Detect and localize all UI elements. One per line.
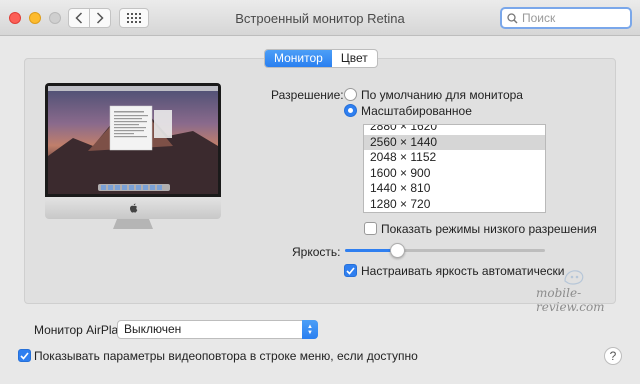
airplay-select[interactable]: Выключен ▲ ▼ — [117, 320, 318, 339]
imac-illustration — [45, 83, 221, 229]
resolution-scaled-radio[interactable] — [344, 104, 357, 117]
imac-stand — [113, 219, 153, 229]
resolution-label: Разрешение: — [271, 88, 344, 102]
zoom-window-button[interactable] — [49, 12, 61, 24]
title-bar: Встроенный монитор Retina — [0, 0, 640, 36]
tab-display[interactable]: Монитор — [265, 50, 332, 67]
chevron-left-icon — [75, 12, 83, 24]
low-resolution-label[interactable]: Показать режимы низкого разрешения — [381, 222, 597, 236]
watermark-text: mobile-review.com — [536, 286, 605, 314]
resolution-option[interactable]: 2880 × 1620 — [364, 125, 545, 135]
checkmark-icon — [346, 266, 355, 275]
window-title: Встроенный монитор Retina — [235, 11, 405, 26]
resolution-list[interactable]: 2880 × 1620 2560 × 1440 2048 × 1152 1600… — [363, 124, 546, 213]
brightness-slider-track[interactable] — [345, 249, 545, 252]
close-window-button[interactable] — [9, 12, 21, 24]
mountain-wallpaper-image — [48, 86, 218, 194]
search-field[interactable] — [500, 7, 632, 29]
airplay-select-value: Выключен — [124, 322, 182, 336]
display-preferences-window: Встроенный монитор Retina Монитор Цвет — [0, 0, 640, 384]
resolution-option-selected[interactable]: 2560 × 1440 — [364, 134, 545, 151]
checkmark-icon — [20, 351, 29, 360]
help-button[interactable]: ? — [604, 347, 622, 365]
watermark-logo-icon — [564, 270, 584, 285]
resolution-scaled-label[interactable]: Масштабированное — [361, 104, 472, 118]
airplay-label: Монитор AirPlay: — [34, 323, 128, 337]
resolution-default-label[interactable]: По умолчанию для монитора — [361, 88, 523, 102]
brightness-label: Яркость: — [292, 245, 341, 259]
apple-logo-icon — [129, 203, 137, 213]
forward-button[interactable] — [89, 8, 111, 28]
resolution-option[interactable]: 1280 × 720 — [364, 197, 545, 212]
imac-chin — [45, 197, 221, 219]
tab-bar: Монитор Цвет — [264, 49, 378, 68]
auto-brightness-checkbox[interactable] — [344, 264, 357, 277]
grid-icon — [127, 13, 141, 23]
updown-chevron-icon: ▲ ▼ — [302, 320, 318, 339]
resolution-option[interactable]: 1440 × 810 — [364, 181, 545, 197]
auto-brightness-label[interactable]: Настраивать яркость автоматически — [361, 264, 565, 278]
search-icon — [507, 12, 518, 23]
show-all-button[interactable] — [119, 8, 149, 28]
chevron-right-icon — [96, 12, 104, 24]
resolution-option[interactable]: 1600 × 900 — [364, 166, 545, 182]
low-resolution-checkbox[interactable] — [364, 222, 377, 235]
minimize-window-button[interactable] — [29, 12, 41, 24]
search-input[interactable] — [522, 11, 622, 25]
imac-screen-wallpaper — [48, 86, 218, 194]
tab-color[interactable]: Цвет — [332, 50, 377, 67]
mirroring-checkbox[interactable] — [18, 349, 31, 362]
resolution-option[interactable]: 2048 × 1152 — [364, 150, 545, 166]
brightness-slider-knob[interactable] — [389, 243, 405, 258]
back-button[interactable] — [68, 8, 90, 28]
mirroring-label[interactable]: Показывать параметры видеоповтора в стро… — [34, 349, 418, 363]
resolution-default-radio[interactable] — [344, 88, 357, 101]
imac-bezel — [45, 83, 221, 197]
